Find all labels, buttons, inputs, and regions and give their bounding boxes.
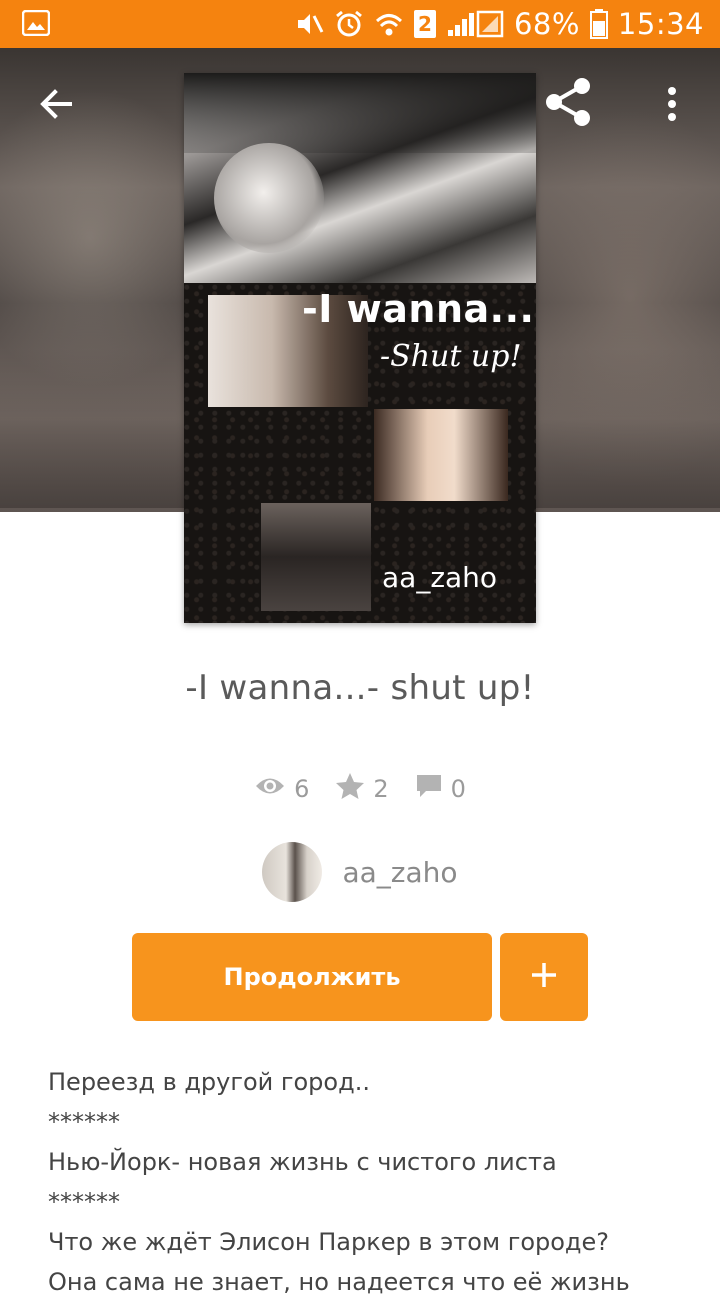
description-line: ****** [48, 1108, 120, 1136]
book-cover[interactable]: -I wanna... -Shut up! aa_zaho [184, 73, 536, 623]
description-line: ****** [48, 1188, 120, 1216]
cover-title-line2: -Shut up! [380, 339, 522, 374]
alarm-icon [334, 9, 364, 39]
mute-icon [294, 10, 324, 38]
comments-stat: 0 [415, 773, 466, 805]
share-button[interactable] [540, 76, 596, 132]
share-icon [542, 76, 594, 132]
views-count: 6 [294, 775, 310, 803]
back-button[interactable] [28, 78, 84, 134]
description-line: Нью-Йорк- новая жизнь с чистого листа [48, 1148, 557, 1176]
cover-photo-girl [374, 409, 508, 501]
cover-title-line1: -I wanna... [302, 287, 535, 331]
more-vert-icon [666, 86, 678, 126]
battery-percent: 68% [513, 7, 580, 41]
story-title: -I wanna...- shut up! [185, 668, 535, 708]
author-name[interactable]: aa_zaho [342, 856, 457, 889]
wifi-icon [374, 10, 404, 38]
gallery-icon [21, 9, 51, 37]
story-description: Переезд в другой город.. ****** Нью-Йорк… [48, 1062, 688, 1302]
signal-icon [446, 10, 504, 38]
add-to-library-button[interactable] [500, 933, 588, 1021]
votes-count: 2 [373, 775, 389, 803]
star-icon [335, 772, 365, 806]
comments-count: 0 [450, 775, 466, 803]
continue-reading-button[interactable]: Продолжить [132, 933, 492, 1021]
eye-icon [254, 775, 286, 803]
back-arrow-icon [38, 86, 74, 126]
battery-icon [589, 9, 608, 39]
cover-author: aa_zaho [382, 561, 498, 594]
more-options-button[interactable] [644, 78, 700, 134]
description-line: Что же ждёт Элисон Паркер в этом городе? [48, 1228, 610, 1256]
description-line: Она сама не знает, но надеется что её жи… [48, 1268, 630, 1296]
plus-icon [529, 960, 559, 994]
views-stat: 6 [254, 775, 309, 803]
cover-photo-man [261, 503, 371, 611]
description-line: Переезд в другой город.. [48, 1068, 370, 1096]
author-row[interactable]: aa_zaho [0, 842, 720, 902]
avatar[interactable] [262, 842, 323, 902]
votes-stat: 2 [335, 772, 389, 806]
comment-icon [415, 773, 443, 805]
sim-slot-badge: 2 [413, 10, 436, 38]
story-stats: 6 2 0 [0, 772, 720, 806]
status-bar: 2 68% 15:34 [0, 0, 720, 48]
clock: 15:34 [617, 7, 704, 41]
